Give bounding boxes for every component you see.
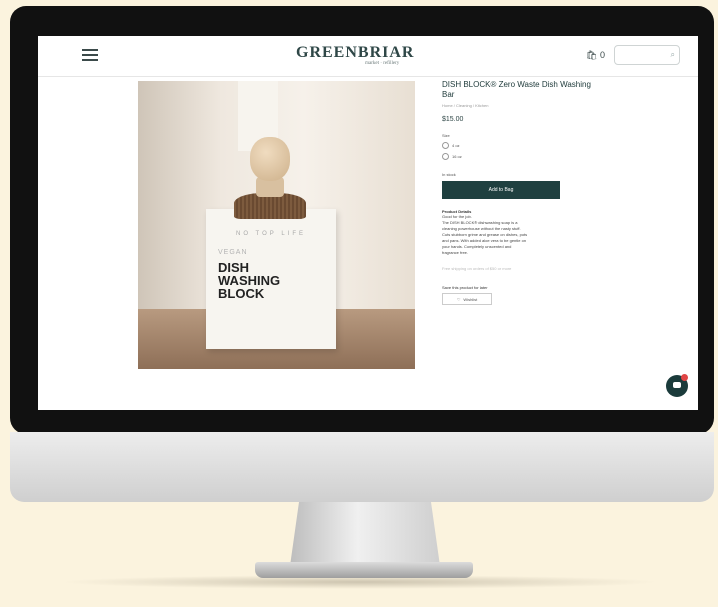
product-info: DISH BLOCK® Zero Waste Dish Washing Bar … xyxy=(442,80,592,305)
box-title-line-3: BLOCK xyxy=(218,286,265,301)
radio-icon[interactable] xyxy=(442,142,449,149)
cart-count: 0 xyxy=(599,50,605,60)
product-price: $15.00 xyxy=(442,116,464,123)
brush-handle xyxy=(250,137,290,181)
add-to-bag-button[interactable]: Add to Bag xyxy=(442,181,560,199)
heart-icon: ♡ xyxy=(456,296,461,302)
site-logo[interactable]: GREENBRIAR market · refillery xyxy=(296,44,414,66)
chat-bubble-icon xyxy=(673,382,681,388)
product-title: DISH BLOCK® Zero Waste Dish Washing Bar xyxy=(442,80,591,99)
search-box[interactable]: ⌕ xyxy=(614,45,680,67)
description-line: fragrance free. xyxy=(442,250,469,255)
size-label: Size xyxy=(442,133,450,138)
search-input[interactable] xyxy=(618,49,672,67)
search-icon[interactable]: ⌕ xyxy=(671,50,675,60)
box-vegan-label: VEGAN xyxy=(218,249,248,256)
size-option-1[interactable]: 4 oz xyxy=(442,142,592,149)
size-option-label: 16 oz xyxy=(452,154,462,159)
size-option-2[interactable]: 16 oz xyxy=(442,153,592,160)
notification-badge xyxy=(681,374,688,381)
stock-status: In stock xyxy=(442,172,456,177)
box-ribbon-text: NO TOP LIFE xyxy=(235,231,306,237)
cart-glyph: 🛍 xyxy=(586,50,598,60)
radio-icon[interactable] xyxy=(442,153,449,160)
shipping-note: Free shipping on orders of $50 or more xyxy=(442,266,512,271)
size-option-label: 4 oz xyxy=(452,143,460,148)
monitor-stand-neck xyxy=(290,502,440,566)
breadcrumb[interactable]: Home / Cleaning / Kitchen xyxy=(442,103,592,108)
product-image: NO TOP LIFE VEGAN DISH WASHING BLOCK xyxy=(138,81,415,369)
save-for-later-heading: Save this product for later xyxy=(442,285,488,290)
box-title: DISH WASHING BLOCK xyxy=(218,261,280,300)
site-header: GREENBRIAR market · refillery 🛍 0 ⌕ xyxy=(38,36,698,77)
menu-icon[interactable] xyxy=(82,49,98,61)
chat-button[interactable] xyxy=(666,374,688,397)
brand-name: GREENBRIAR xyxy=(296,44,415,61)
wishlist-label: Wishlist xyxy=(463,296,478,302)
monitor-stand-base xyxy=(255,562,473,578)
product-box: NO TOP LIFE VEGAN DISH WASHING BLOCK xyxy=(206,209,336,349)
monitor-chin xyxy=(10,432,714,502)
cart-icon[interactable]: 🛍 0 xyxy=(586,50,605,61)
browser-screen: GREENBRIAR market · refillery 🛍 0 ⌕ NO T… xyxy=(38,36,698,410)
product-description: Good for the job. The DISH BLOCK® dishwa… xyxy=(442,214,592,256)
wishlist-button[interactable]: ♡ Wishlist xyxy=(442,293,492,305)
